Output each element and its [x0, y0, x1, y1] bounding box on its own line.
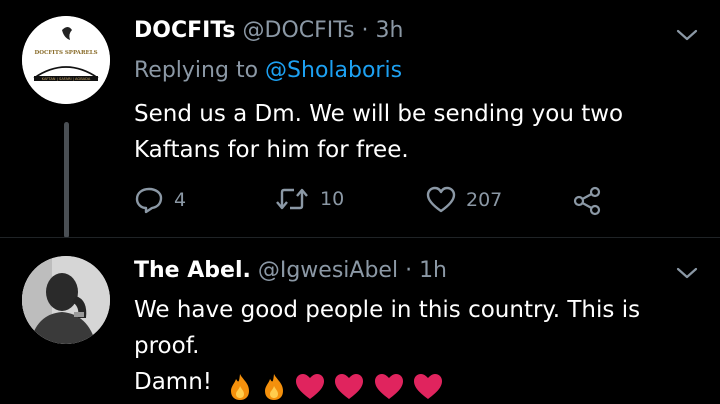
docfits-logo: DOCFITS SPPARELS KAFTAN | SAFARI | AGBAD…: [22, 16, 110, 104]
reply-button[interactable]: 4: [134, 186, 186, 214]
separator-dot: ·: [361, 18, 369, 43]
fire-emoji-icon: [264, 373, 283, 400]
tweet-text: We have good people in this country. Thi…: [134, 292, 694, 404]
like-button[interactable]: 207: [426, 186, 502, 214]
fire-emoji-icon: [231, 373, 250, 400]
replying-to-prefix: Replying to: [134, 58, 259, 83]
retweet-icon: [276, 188, 308, 210]
tweet-theabel[interactable]: The Abel. @IgwesiAbel · 1h We have good …: [0, 238, 720, 403]
red-heart-emoji-icon: [374, 373, 403, 399]
tweet-header: The Abel. @IgwesiAbel · 1h: [134, 258, 447, 283]
emoji-row: [227, 368, 444, 404]
reply-icon: [135, 187, 163, 214]
tweet-header: DOCFITs @DOCFITs · 3h: [134, 18, 404, 43]
retweet-button[interactable]: 10: [274, 186, 344, 212]
timestamp[interactable]: 3h: [376, 18, 404, 43]
thread-connector-line: [64, 122, 69, 238]
retweet-count: 10: [320, 188, 345, 210]
chevron-down-icon[interactable]: [676, 266, 698, 280]
red-heart-emoji-icon: [295, 373, 324, 399]
chevron-down-icon[interactable]: [676, 28, 698, 42]
tweet-actions: 4 10 207: [134, 186, 634, 218]
separator-dot: ·: [405, 258, 413, 283]
handle[interactable]: @DOCFITs: [243, 18, 355, 43]
tweet-text-line: We have good people in this country. Thi…: [134, 297, 641, 359]
tweet-docfits[interactable]: DOCFITS SPPARELS KAFTAN | SAFARI | AGBAD…: [0, 0, 720, 238]
svg-text:KAFTAN | SAFARI | AGBADA: KAFTAN | SAFARI | AGBADA: [42, 77, 91, 81]
avatar-docfits[interactable]: DOCFITS SPPARELS KAFTAN | SAFARI | AGBAD…: [22, 16, 110, 104]
share-icon: [573, 186, 601, 216]
red-heart-emoji-icon: [413, 373, 442, 399]
profile-photo: [22, 256, 110, 344]
red-heart-emoji-icon: [335, 373, 364, 399]
like-count: 207: [466, 189, 503, 211]
heart-icon: [426, 186, 456, 213]
svg-text:DOCFITS SPPARELS: DOCFITS SPPARELS: [34, 50, 97, 56]
display-name[interactable]: The Abel.: [134, 258, 251, 283]
avatar-theabel[interactable]: [22, 256, 110, 344]
display-name[interactable]: DOCFITs: [134, 18, 236, 43]
replying-to: Replying to @Sholaboris: [134, 58, 402, 83]
tweet-text: Send us a Dm. We will be sending you two…: [134, 101, 624, 163]
timestamp[interactable]: 1h: [419, 258, 447, 283]
share-button[interactable]: [572, 186, 602, 216]
reply-count: 4: [174, 189, 187, 211]
tweet-text-damn: Damn!: [134, 369, 213, 395]
handle[interactable]: @IgwesiAbel: [258, 258, 398, 283]
tweet-text-line-last: Damn!: [134, 364, 694, 404]
mention-link[interactable]: @Sholaboris: [265, 58, 402, 83]
